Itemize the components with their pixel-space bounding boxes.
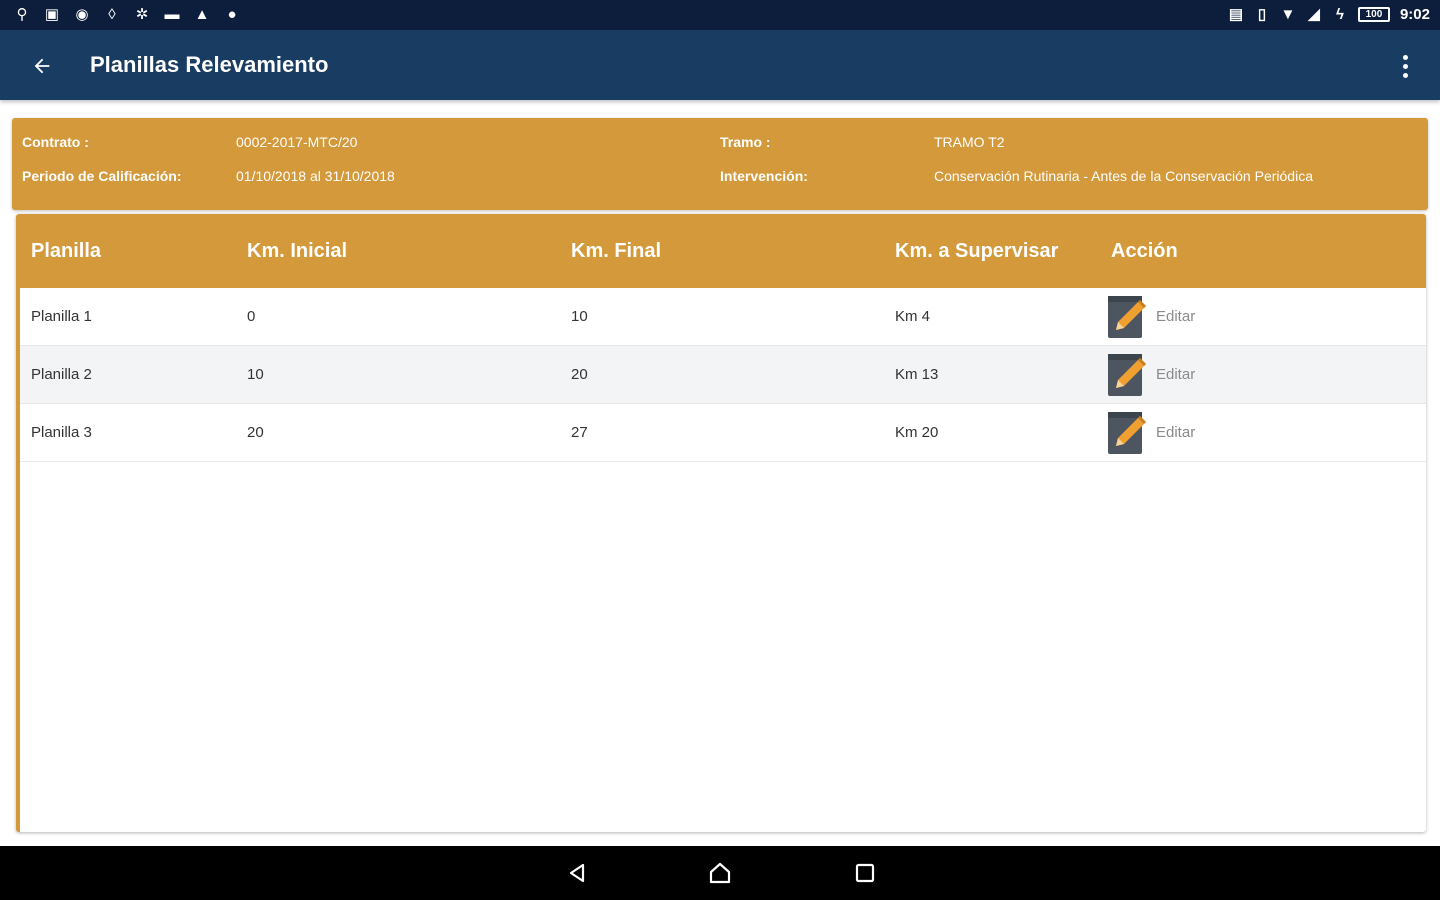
nav-back-button[interactable] <box>562 858 592 888</box>
table-header: Planilla Km. Inicial Km. Final Km. a Sup… <box>20 214 1426 288</box>
header-km-final: Km. Final <box>571 240 662 262</box>
cell-planilla: Planilla 3 <box>31 424 92 441</box>
edit-notepad-icon[interactable] <box>1106 352 1148 398</box>
tramo-value: TRAMO T2 <box>934 134 1005 150</box>
contrato-label: Contrato : <box>22 134 89 150</box>
back-button[interactable] <box>24 48 60 84</box>
nav-recents-button[interactable] <box>850 858 880 888</box>
contrato-value: 0002-2017-MTC/20 <box>236 134 358 150</box>
nav-home-button[interactable] <box>705 858 735 888</box>
table-row: Planilla 1 0 10 Km 4 Editar <box>20 288 1426 346</box>
cell-km-final: 10 <box>571 308 588 325</box>
header-accion: Acción <box>1111 240 1178 262</box>
chat-icon: ▣ <box>44 5 60 23</box>
alarm-icon: ◊ <box>108 5 116 23</box>
edit-link[interactable]: Editar <box>1156 366 1195 383</box>
recents-icon <box>855 863 875 883</box>
cell-planilla: Planilla 1 <box>31 308 92 325</box>
folder-icon: ▬ <box>164 5 180 23</box>
home-icon <box>709 862 731 884</box>
page-title: Planillas Relevamiento <box>90 52 329 77</box>
overflow-menu-button[interactable] <box>1390 48 1420 84</box>
intervencion-label: Intervención: <box>720 168 808 184</box>
cell-km-inicial: 10 <box>247 366 264 383</box>
planillas-table: Planilla Km. Inicial Km. Final Km. a Sup… <box>16 214 1426 832</box>
table-row: Planilla 2 10 20 Km 13 Editar <box>20 346 1426 404</box>
back-triangle-icon <box>569 863 585 883</box>
header-planilla: Planilla <box>31 240 102 262</box>
usb-debug-icon: ✲ <box>135 5 149 23</box>
cell-km-supervisar: Km 20 <box>895 424 939 441</box>
cell-km-final: 20 <box>571 366 588 383</box>
edit-notepad-icon[interactable] <box>1106 294 1148 340</box>
intervencion-value: Conservación Rutinaria - Antes de la Con… <box>934 168 1313 184</box>
battery-level: 100 <box>1357 6 1390 22</box>
cell-km-supervisar: Km 13 <box>895 366 939 383</box>
usb-icon: ⚲ <box>16 5 28 23</box>
cell-km-inicial: 20 <box>247 424 264 441</box>
vibrate-icon: ▯ <box>1257 5 1267 23</box>
cell-km-inicial: 0 <box>247 308 256 325</box>
edit-link[interactable]: Editar <box>1156 424 1195 441</box>
edit-notepad-icon[interactable] <box>1106 410 1148 456</box>
wifi-icon: ▼ <box>1280 5 1296 23</box>
system-nav-bar <box>0 846 1440 900</box>
battery-charging-icon: ϟ <box>1335 5 1344 23</box>
cast-icon: ▤ <box>1228 5 1244 23</box>
contract-info-card: Contrato : 0002-2017-MTC/20 Tramo : TRAM… <box>12 118 1428 210</box>
tramo-label: Tramo : <box>720 134 771 150</box>
cell-planilla: Planilla 2 <box>31 366 92 383</box>
location-icon: ● <box>227 5 237 23</box>
status-time: 9:02 <box>1399 5 1430 23</box>
periodo-label: Periodo de Calificación: <box>22 168 182 184</box>
status-bar: ⚲ ▣ ◉ ◊ ✲ ▬ ▲ ● ▤ ▯ ▼ ◢ ϟ 100 9:02 <box>0 0 1440 30</box>
message-icon: ◉ <box>75 5 89 23</box>
periodo-value: 01/10/2018 al 31/10/2018 <box>236 168 395 184</box>
arrow-left-icon <box>34 58 50 74</box>
signal-icon: ◢ <box>1308 5 1320 23</box>
more-vert-icon <box>1402 54 1408 60</box>
status-right-icons: ▤ ▯ ▼ ◢ ϟ 100 9:02 <box>1228 5 1430 23</box>
cell-km-supervisar: Km 4 <box>895 308 931 325</box>
app-bar: Planillas Relevamiento <box>0 30 1440 100</box>
edit-link[interactable]: Editar <box>1156 308 1195 325</box>
table-row: Planilla 3 20 27 Km 20 Editar <box>20 404 1426 462</box>
cell-km-final: 27 <box>571 424 588 441</box>
status-left-icons: ⚲ ▣ ◉ ◊ ✲ ▬ ▲ ● <box>14 5 240 23</box>
header-km-inicial: Km. Inicial <box>247 240 348 262</box>
warning-icon: ▲ <box>194 5 210 23</box>
header-km-supervisar: Km. a Supervisar <box>895 240 1059 262</box>
